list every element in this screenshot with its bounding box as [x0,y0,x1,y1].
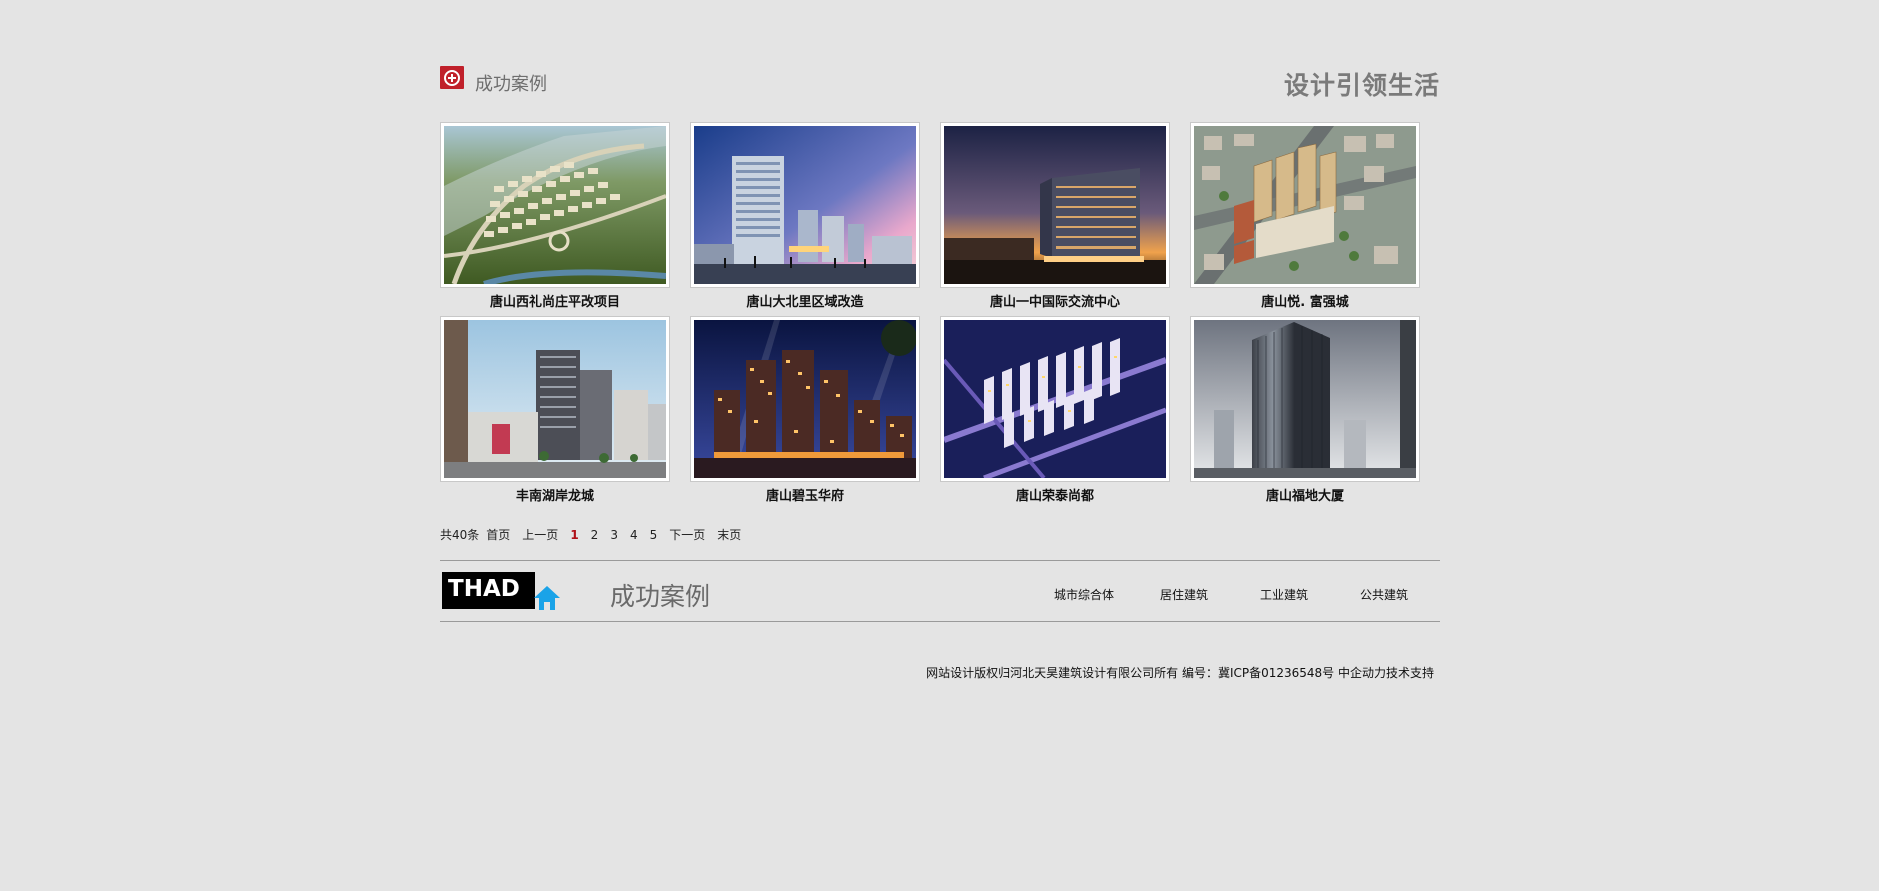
project-thumbnail[interactable] [940,122,1170,288]
project-thumbnail[interactable] [940,316,1170,482]
pagination-page[interactable]: 4 [630,528,638,542]
residential-street-image [444,320,666,478]
pagination-page[interactable]: 2 [591,528,599,542]
project-name[interactable]: 唐山荣泰尚都 [940,485,1170,504]
project-card[interactable]: 唐山碧玉华府 [690,316,920,504]
copyright-text: 网站设计版权归河北天昊建筑设计有限公司所有 编号：冀ICP备01236548号 … [926,666,1434,680]
nav-link-industrial[interactable]: 工业建筑 [1260,586,1308,603]
project-thumbnail[interactable] [690,316,920,482]
project-thumbnail[interactable] [1190,122,1420,288]
project-thumbnail[interactable] [440,316,670,482]
company-logo-icon [440,66,464,89]
pagination-total: 共40条 [440,528,480,542]
section-title: 成功案例 [610,582,711,611]
project-thumbnail[interactable] [440,122,670,288]
office-sunset-image [944,126,1166,284]
pagination-first[interactable]: 首页 [486,526,510,543]
project-card[interactable]: 唐山荣泰尚都 [940,316,1170,504]
home-icon [534,586,560,610]
pagination-page[interactable]: 3 [610,528,618,542]
nav-link-public[interactable]: 公共建筑 [1360,586,1408,603]
project-name[interactable]: 唐山大北里区域改造 [690,291,920,310]
nav-link-urban-complex[interactable]: 城市综合体 [1054,586,1114,603]
project-card[interactable]: 唐山福地大厦 [1190,316,1420,504]
night-aerial-image [944,320,1166,478]
aerial-plan-image [444,126,666,284]
divider-bottom [440,621,1440,622]
pagination-page-current[interactable]: 1 [570,528,578,542]
pagination-last[interactable]: 末页 [717,526,741,543]
pagination-page[interactable]: 5 [650,528,658,542]
aerial-city-image [1194,126,1416,284]
project-card[interactable]: 唐山一中国际交流中心 [940,122,1170,310]
project-thumbnail[interactable] [1190,316,1420,482]
glass-tower-image [1194,320,1416,478]
project-name[interactable]: 唐山西礼尚庄平改项目 [440,291,670,310]
brand-logo-text: THAD [448,576,520,602]
street-dusk-image [694,126,916,284]
project-name[interactable]: 唐山一中国际交流中心 [940,291,1170,310]
brand-logo[interactable]: THAD [442,572,560,610]
divider-top [440,560,1440,561]
project-card[interactable]: 唐山西礼尚庄平改项目 [440,122,670,310]
project-card[interactable]: 唐山悦. 富强城 [1190,122,1420,310]
pagination-next[interactable]: 下一页 [669,526,705,543]
nav-link-residential[interactable]: 居住建筑 [1160,586,1208,603]
page-header: 成功案例 设计引领生活 [440,66,1440,100]
project-thumbnail[interactable] [690,122,920,288]
slogan: 设计引领生活 [1283,71,1440,100]
project-card[interactable]: 丰南湖岸龙城 [440,316,670,504]
project-name[interactable]: 唐山福地大厦 [1190,485,1420,504]
page-title: 成功案例 [475,74,547,95]
pagination: 共40条 首页 上一页 1 2 3 4 5 下一页 末页 [440,526,748,543]
project-name[interactable]: 丰南湖岸龙城 [440,485,670,504]
night-residential-image [694,320,916,478]
pagination-prev[interactable]: 上一页 [522,526,558,543]
project-card[interactable]: 唐山大北里区域改造 [690,122,920,310]
project-name[interactable]: 唐山悦. 富强城 [1190,291,1420,310]
project-name[interactable]: 唐山碧玉华府 [690,485,920,504]
